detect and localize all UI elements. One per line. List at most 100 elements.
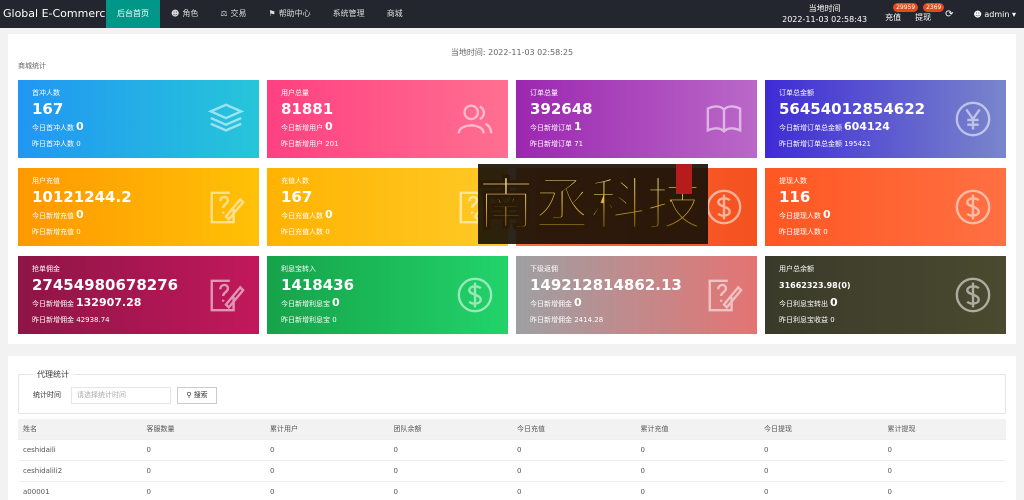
table-cell: 0 [393, 467, 398, 475]
stat-card-commission: 抢单佣金 27454980678276 今日新增佣金 132907.28 昨日新增… [18, 256, 259, 334]
card-title: 抢单佣金 [32, 265, 60, 273]
card-yesterday: 昨日新增用户 201 [281, 140, 339, 148]
nav-item-help[interactable]: ⚑ 帮助中心 [258, 0, 322, 28]
table-cell: 0 [640, 467, 645, 475]
withdraw-link[interactable]: 提现 2369 [915, 2, 945, 23]
clock-label: 当地时间 [808, 4, 841, 13]
card-today: 今日新增订单 1 [530, 120, 582, 133]
search-icon: ⚲ [186, 391, 192, 399]
column-header: 今日充值 [517, 425, 545, 433]
yen-icon [955, 101, 991, 137]
top-right-area: 当地时间 2022-11-03 02:58:43 充值 29959 提现 236… [782, 0, 1024, 28]
card-title: 提现人数 [779, 177, 807, 185]
table-cell: 0 [517, 488, 522, 496]
local-time: 当地时间: 2022-11-03 02:58:25 [450, 48, 574, 57]
user-icon: ☻ [973, 9, 982, 19]
column-header: 姓名 [23, 425, 37, 433]
card-value: 81881 [281, 100, 334, 118]
card-value: 167 [32, 100, 64, 118]
stat-card-order-amount: 订单总金额 56454012854622 今日新增订单总金额 604124 昨日新… [765, 80, 1006, 158]
card-title: 用户总量 [281, 89, 309, 97]
nav-label: 角色 [182, 9, 199, 18]
card-title: 充值人数 [281, 177, 309, 185]
brand-title[interactable]: Global E-Commerce... [0, 0, 106, 28]
card-yesterday: 昨日新增订单 71 [530, 140, 584, 148]
stat-card-interest-in: 利息宝转入 1418436 今日新增利息宝 0 昨日新增利息宝 0 [267, 256, 508, 334]
recharge-link[interactable]: 充值 29959 [885, 2, 919, 23]
card-yesterday: 昨日首冲人数 0 [32, 140, 81, 148]
search-button[interactable]: ⚲ 搜索 [177, 387, 217, 404]
stack-icon [207, 103, 245, 132]
table-cell: 0 [517, 467, 522, 475]
withdraw-badge: 2369 [923, 2, 945, 12]
watermark-logo: 南丞科技 [478, 164, 708, 244]
column-header: 累计提现 [887, 425, 916, 433]
table-row[interactable]: a00001 0 0 0 0 0 0 0 [18, 482, 1006, 500]
stat-card-recharge: 用户充值 10121244.2 今日新增充值 0 昨日新增充值 0 [18, 168, 259, 246]
admin-menu[interactable]: ☻ admin ▾ [973, 10, 1016, 19]
edit-icon [210, 191, 245, 224]
table-cell: 0 [393, 488, 398, 496]
table-cell: 0 [270, 467, 275, 475]
table-header: 姓名 客服数量 累计用户 团队余额 今日充值 累计充值 今日提现 累计提现 [18, 419, 1006, 440]
dollar-icon [955, 277, 991, 313]
table-cell: 0 [517, 446, 522, 454]
watermark-text: 南丞科技 [478, 172, 702, 238]
table-row[interactable]: ceshidalili2 0 0 0 0 0 0 0 [18, 461, 1006, 482]
nav-item-trade[interactable]: ⚖ 交易 [209, 0, 257, 28]
filter-label: 统计时间 [33, 391, 61, 399]
card-value: 56454012854622 [779, 100, 926, 118]
card-today: 今日利息宝转出 0 [779, 296, 838, 309]
table-cell: ceshidalili2 [23, 467, 63, 475]
table-cell: 0 [146, 467, 151, 475]
book-icon [706, 105, 742, 134]
card-today: 今日提现人数 0 [779, 208, 831, 221]
recharge-label: 充值 [885, 12, 902, 22]
card-value: 31662323.98(0) [779, 281, 851, 290]
card-value: 27454980678276 [32, 276, 179, 294]
stat-card-withdraw-users: 提现人数 116 今日提现人数 0 昨日提现人数 0 [765, 168, 1006, 246]
table-cell: 0 [764, 446, 769, 454]
card-title: 首冲人数 [32, 89, 60, 97]
stat-card-orders: 订单总量 392648 今日新增订单 1 昨日新增订单 71 [516, 80, 757, 158]
card-value: 116 [779, 188, 811, 206]
card-today: 今日新增充值 0 [32, 208, 84, 221]
table-cell: 0 [146, 446, 151, 454]
flag-icon: ⚑ [268, 9, 276, 18]
search-label: 搜索 [193, 391, 208, 399]
card-today: 今日新增订单总金额 604124 [779, 120, 890, 133]
card-value: 149212814862.13 [530, 276, 682, 294]
table-cell: 0 [887, 467, 892, 475]
table-row[interactable]: ceshidaili 0 0 0 0 0 0 0 [18, 440, 1006, 461]
card-yesterday: 昨日提现人数 0 [779, 228, 828, 236]
nav-item-roles[interactable]: ☻ 角色 [160, 0, 209, 28]
filter-fieldset: 代理统计 统计时间 请选择统计时间 ⚲ 搜索 [18, 369, 1006, 414]
table-cell: a00001 [23, 488, 50, 496]
table-cell: 0 [146, 488, 151, 496]
nav-item-mall[interactable]: 商城 [376, 0, 414, 28]
agent-table: 姓名 客服数量 累计用户 团队余额 今日充值 累计充值 今日提现 累计提现 ce… [18, 419, 1006, 500]
card-yesterday: 昨日新增充值 0 [32, 228, 81, 236]
table-cell: 0 [270, 446, 275, 454]
card-title: 利息宝转入 [281, 265, 316, 273]
card-yesterday: 昨日新增佣金 2414.28 [530, 316, 604, 324]
card-value: 167 [281, 188, 313, 206]
column-header: 客服数量 [146, 425, 175, 433]
scale-icon: ⚖ [220, 9, 228, 18]
nav-item-home[interactable]: 后台首页 [106, 0, 160, 28]
column-header: 今日提现 [764, 425, 792, 433]
card-title: 下级返佣 [530, 265, 558, 273]
edit-icon [708, 279, 743, 312]
nav-label: 后台首页 [117, 9, 149, 18]
card-yesterday: 昨日充值人数 0 [281, 228, 330, 236]
column-header: 团队余额 [393, 425, 422, 433]
date-range-input[interactable]: 请选择统计时间 [71, 387, 171, 404]
table-cell: 0 [764, 467, 769, 475]
stat-card-users: 用户总量 81881 今日新增用户 0 昨日新增用户 201 [267, 80, 508, 158]
user-icon: ☻ [171, 9, 180, 18]
top-navbar: Global E-Commerce... 后台首页 ☻ 角色 ⚖ 交易 ⚑ 帮助… [0, 0, 1024, 28]
nav-item-system[interactable]: 系统管理 [322, 0, 376, 28]
card-today: 今日充值人数 0 [281, 208, 333, 221]
refresh-icon[interactable]: ⟳ [945, 9, 953, 20]
agent-legend: 代理统计 [33, 369, 73, 380]
